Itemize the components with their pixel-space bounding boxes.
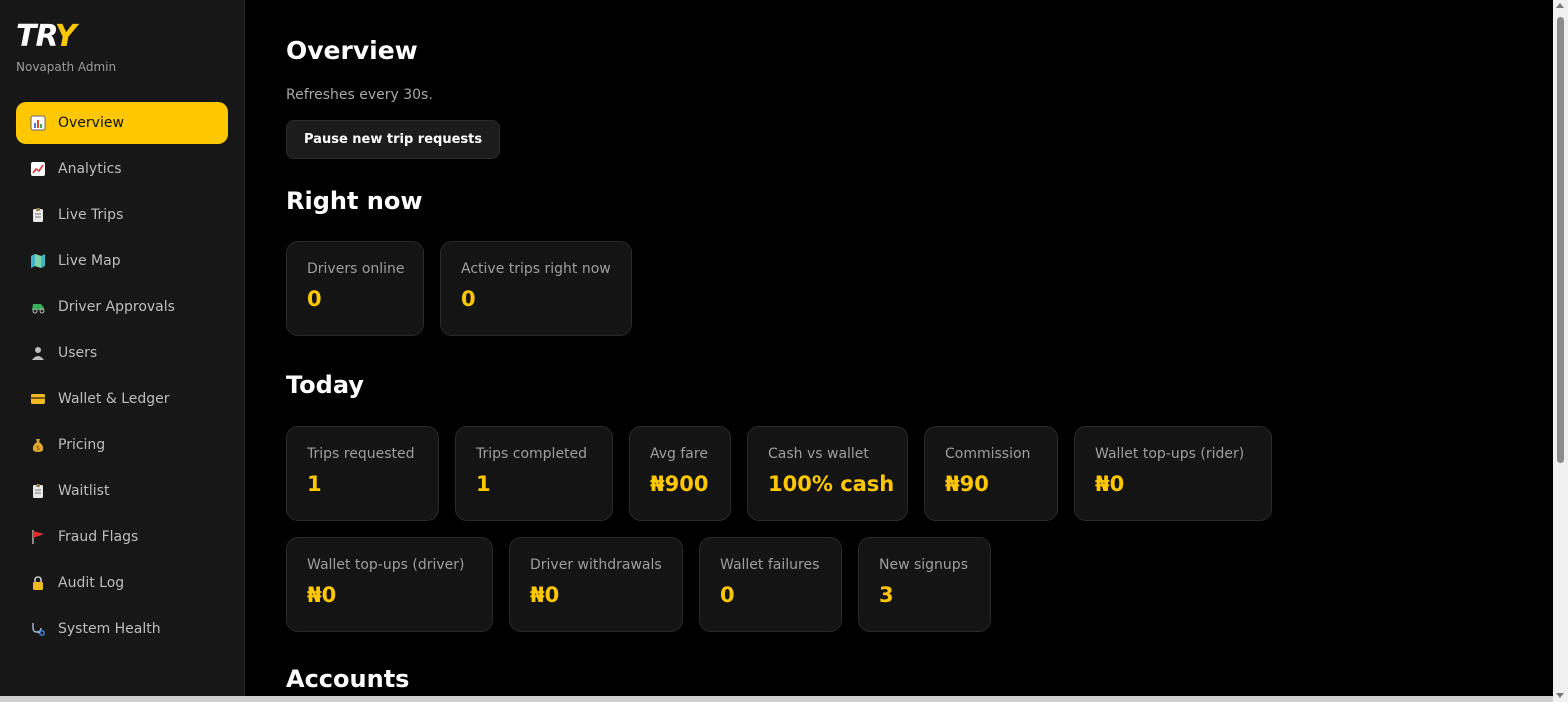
sidebar-item-analytics[interactable]: Analytics	[16, 148, 228, 190]
auto-rickshaw-icon	[30, 299, 46, 315]
sidebar-item-users[interactable]: Users	[16, 332, 228, 374]
stat-card-drivers-online: Drivers online 0	[286, 241, 424, 336]
stat-label: Commission	[945, 446, 1031, 462]
sidebar-item-fraud-flags[interactable]: Fraud Flags	[16, 516, 228, 558]
sidebar-item-label: Audit Log	[58, 575, 125, 591]
sidebar-item-label: Pricing	[58, 437, 106, 453]
flag-icon	[30, 529, 46, 545]
svg-text:$: $	[36, 445, 40, 452]
stat-value: 0	[307, 287, 322, 311]
horizontal-scrollbar-track	[0, 696, 1553, 702]
clipboard-icon	[30, 483, 46, 499]
stat-value: 1	[476, 472, 491, 496]
sidebar-item-audit-log[interactable]: Audit Log	[16, 562, 228, 604]
card-icon	[30, 391, 46, 407]
lock-icon	[30, 575, 46, 591]
sidebar-item-waitlist[interactable]: Waitlist	[16, 470, 228, 512]
section-heading-accounts: Accounts	[286, 665, 410, 693]
main-content: Overview Refreshes every 30s. Pause new …	[286, 0, 1546, 702]
stat-label: Drivers online	[307, 261, 405, 277]
stat-value: 0	[461, 287, 476, 311]
refresh-note: Refreshes every 30s.	[286, 87, 433, 103]
stat-label: Trips requested	[307, 446, 415, 462]
stat-card-trips-completed: Trips completed 1	[455, 426, 613, 521]
stat-value: 0	[720, 583, 735, 607]
user-icon	[30, 345, 46, 361]
sidebar-item-system-health[interactable]: System Health	[16, 608, 228, 650]
stat-value: ₦900	[650, 472, 709, 496]
section-heading-right-now: Right now	[286, 187, 423, 215]
sidebar-item-label: Live Map	[58, 253, 121, 269]
sidebar-item-label: Waitlist	[58, 483, 110, 499]
sidebar-item-driver-approvals[interactable]: Driver Approvals	[16, 286, 228, 328]
page-title: Overview	[286, 36, 418, 65]
stat-card-wallet-failures: Wallet failures 0	[699, 537, 842, 632]
scroll-up-arrow-icon[interactable]	[1556, 3, 1564, 8]
today-cards-row-2: Wallet top-ups (driver) ₦0 Driver withdr…	[286, 537, 991, 632]
sidebar-item-pricing[interactable]: $ Pricing	[16, 424, 228, 466]
sidebar-item-label: System Health	[58, 621, 161, 637]
brand-subtitle: Novapath Admin	[16, 60, 117, 74]
stat-card-new-signups: New signups 3	[858, 537, 991, 632]
sidebar-item-label: Analytics	[58, 161, 122, 177]
stat-label: Wallet top-ups (rider)	[1095, 446, 1245, 462]
stat-label: Driver withdrawals	[530, 557, 662, 573]
clipboard-icon	[30, 207, 46, 223]
stat-value: 100% cash	[768, 472, 895, 496]
stat-label: New signups	[879, 557, 968, 573]
logo-text: TRY	[16, 19, 77, 54]
stat-card-active-trips: Active trips right now 0	[440, 241, 632, 336]
stat-label: Cash vs wallet	[768, 446, 869, 462]
sidebar-item-wallet-ledger[interactable]: Wallet & Ledger	[16, 378, 228, 420]
stat-card-driver-withdrawals: Driver withdrawals ₦0	[509, 537, 683, 632]
stat-label: Trips completed	[476, 446, 588, 462]
vertical-scrollbar[interactable]	[1553, 0, 1568, 702]
sidebar: TRY Novapath Admin Overview Analytics Li…	[0, 0, 245, 696]
stat-label: Active trips right now	[461, 261, 611, 277]
scroll-down-arrow-icon[interactable]	[1556, 693, 1564, 698]
stat-label: Wallet failures	[720, 557, 820, 573]
sidebar-item-label: Wallet & Ledger	[58, 391, 170, 407]
sidebar-item-label: Fraud Flags	[58, 529, 139, 545]
trend-chart-icon	[30, 161, 46, 177]
scrollbar-thumb[interactable]	[1557, 17, 1564, 463]
stat-label: Avg fare	[650, 446, 708, 462]
today-cards-row-1: Trips requested 1 Trips completed 1 Avg …	[286, 426, 1272, 521]
logo-accent-letter: Y	[54, 19, 77, 54]
money-bag-icon: $	[30, 437, 46, 453]
logo[interactable]: TRY	[16, 20, 116, 54]
stat-card-avg-fare: Avg fare ₦900	[629, 426, 731, 521]
stat-label: Wallet top-ups (driver)	[307, 557, 465, 573]
sidebar-item-label: Users	[58, 345, 98, 361]
stat-card-wallet-topups-rider: Wallet top-ups (rider) ₦0	[1074, 426, 1272, 521]
stat-card-wallet-topups-driver: Wallet top-ups (driver) ₦0	[286, 537, 493, 632]
bar-chart-icon	[30, 115, 46, 131]
stat-card-commission: Commission ₦90	[924, 426, 1058, 521]
pause-trip-requests-button[interactable]: Pause new trip requests	[286, 120, 501, 159]
sidebar-item-live-map[interactable]: Live Map	[16, 240, 228, 282]
sidebar-item-label: Overview	[58, 115, 124, 131]
sidebar-item-overview[interactable]: Overview	[16, 102, 228, 144]
stat-card-cash-vs-wallet: Cash vs wallet 100% cash	[747, 426, 908, 521]
stat-value: ₦0	[1095, 472, 1125, 496]
sidebar-item-label: Live Trips	[58, 207, 124, 223]
stat-value: 3	[879, 583, 894, 607]
section-heading-today: Today	[286, 371, 364, 399]
sidebar-item-live-trips[interactable]: Live Trips	[16, 194, 228, 236]
stat-value: ₦90	[945, 472, 989, 496]
stat-card-trips-requested: Trips requested 1	[286, 426, 439, 521]
sidebar-item-label: Driver Approvals	[58, 299, 175, 315]
stat-value: ₦0	[307, 583, 337, 607]
stat-value: ₦0	[530, 583, 560, 607]
sidebar-nav: Overview Analytics Live Trips Live Map D…	[16, 102, 228, 654]
stat-value: 1	[307, 472, 322, 496]
brand: TRY Novapath Admin	[16, 20, 117, 75]
map-icon	[30, 253, 46, 269]
stethoscope-icon	[30, 621, 46, 637]
right-now-cards: Drivers online 0 Active trips right now …	[286, 241, 632, 336]
